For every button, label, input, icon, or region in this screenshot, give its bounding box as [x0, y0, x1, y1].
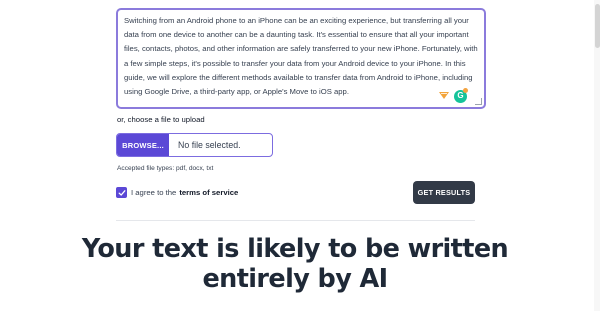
get-results-button[interactable]: GET RESULTS [413, 181, 475, 204]
agree-text: I agree to the [131, 188, 177, 197]
checkmark-icon [118, 189, 125, 196]
scrollbar-thumb[interactable] [595, 4, 600, 48]
emoji-icon[interactable] [438, 91, 450, 100]
divider [116, 220, 475, 221]
browse-button[interactable]: BROWSE... [117, 134, 169, 156]
upload-label: or, choose a file to upload [117, 115, 205, 124]
text-input[interactable]: Switching from an Android phone to an iP… [116, 8, 486, 109]
scrollbar[interactable] [594, 0, 600, 311]
terms-agreement: I agree to the terms of service [116, 187, 238, 198]
file-upload-field[interactable]: BROWSE... No file selected. [116, 133, 273, 157]
resize-handle-icon[interactable] [475, 98, 482, 105]
accepted-file-types: Accepted file types: pdf, docx, txt [117, 165, 214, 172]
terms-checkbox[interactable] [116, 187, 127, 198]
grammarly-icon[interactable]: G [454, 88, 468, 103]
text-input-content[interactable]: Switching from an Android phone to an iP… [124, 14, 478, 99]
terms-of-service-link[interactable]: terms of service [179, 188, 238, 197]
result-headline: Your text is likely to be written entire… [81, 234, 509, 294]
notification-badge [463, 88, 468, 93]
file-status-text: No file selected. [178, 140, 241, 150]
